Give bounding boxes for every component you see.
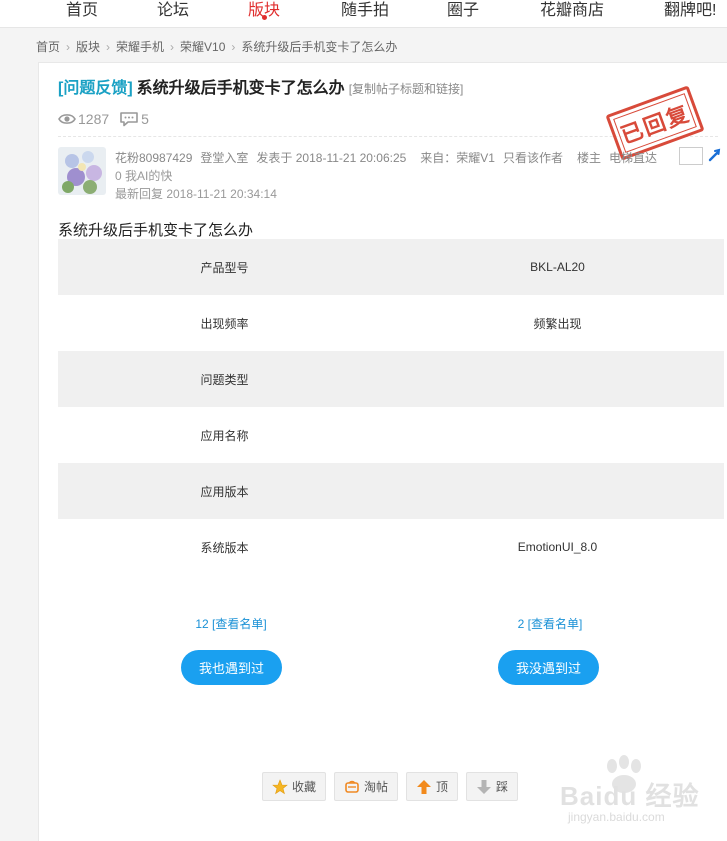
- arrow-down-icon: [477, 779, 492, 794]
- breadcrumb-honor-phones[interactable]: 荣耀手机: [116, 40, 164, 54]
- met-count-link[interactable]: 12 [查看名单]: [171, 615, 291, 632]
- table-value: [391, 407, 724, 463]
- nav-item-flip[interactable]: 翻牌吧!: [664, 0, 716, 20]
- views-stat: 1287: [58, 111, 109, 127]
- nav-item-snapshot[interactable]: 随手拍: [341, 0, 389, 20]
- breadcrumb-home[interactable]: 首页: [36, 40, 60, 54]
- table-value: EmotionUI_8.0: [517, 540, 598, 554]
- last-reply-time: 最新回复 2018-11-21 20:34:14: [115, 187, 277, 201]
- post-body-heading: 系统升级后手机变卡了怎么办: [58, 222, 254, 239]
- arrow-up-icon: [417, 779, 432, 794]
- breadcrumb-honor-v10[interactable]: 荣耀V10: [180, 40, 225, 54]
- breadcrumb-current[interactable]: 系统升级后手机变卡了怎么办: [241, 40, 397, 54]
- table-row: 出现频率 频繁出现: [58, 295, 724, 351]
- post-source: 来自：荣耀V1: [420, 151, 495, 165]
- flower-avatar-icon: [58, 147, 106, 195]
- post-actions: 收藏 淘帖 顶 踩: [262, 772, 526, 801]
- views-count: 1287: [78, 111, 110, 127]
- elevator-label: 电梯直达: [609, 151, 658, 165]
- chevron-right-icon: ›: [231, 40, 236, 54]
- favorite-label: 收藏: [292, 780, 317, 794]
- downvote-label: 踩: [496, 780, 509, 794]
- post-title-row: [问题反馈] 系统升级后手机变卡了怎么办 [复制帖子标题和链接]: [58, 74, 463, 98]
- not-met-button[interactable]: 我没遇到过: [498, 650, 599, 685]
- avatar[interactable]: [58, 147, 106, 195]
- floor-number-input[interactable]: [679, 147, 703, 165]
- chevron-right-icon: ›: [66, 40, 71, 54]
- table-label: 产品型号: [58, 239, 391, 295]
- active-nav-indicator: [262, 15, 267, 20]
- taotie-button[interactable]: 淘帖: [334, 772, 399, 801]
- favorite-button[interactable]: 收藏: [262, 772, 327, 801]
- table-value: [391, 351, 724, 407]
- table-row: 系统版本 EmotionUI_8.0: [58, 519, 724, 575]
- table-label: 应用版本: [58, 463, 391, 519]
- watermark-brand: Baidu 经验: [560, 781, 700, 811]
- author-meta: 花粉80987429 登堂入室 发表于 2018-11-21 20:06:25 来自：…: [115, 149, 665, 166]
- table-row: 问题类型: [58, 351, 724, 407]
- post-stats: 1287 5: [58, 111, 159, 127]
- replies-stat: 5: [119, 111, 149, 127]
- floor-owner-label: 楼主: [577, 151, 602, 165]
- table-label: 应用名称: [200, 428, 249, 443]
- table-row: 产品型号 BKL-AL20: [58, 239, 724, 295]
- table-row: 应用名称: [58, 407, 724, 463]
- upvote-label: 顶: [436, 780, 449, 794]
- table-label: 出现频率: [200, 316, 249, 331]
- table-row: 应用版本: [58, 463, 724, 519]
- table-label: 系统版本: [200, 540, 249, 555]
- comment-icon: [120, 112, 138, 127]
- breadcrumb: 首页 › 版块 › 荣耀手机 › 荣耀V10 › 系统升级后手机变卡了怎么办: [36, 38, 397, 55]
- copy-title-link[interactable]: [复制帖子标题和链接]: [349, 82, 464, 96]
- met-too-button[interactable]: 我也遇到过: [181, 650, 282, 685]
- chevron-right-icon: ›: [106, 40, 111, 54]
- downvote-button[interactable]: 踩: [466, 772, 519, 801]
- basket-icon: [345, 780, 359, 793]
- table-label: 问题类型: [58, 351, 391, 407]
- only-author-link[interactable]: 只看该作者: [503, 151, 563, 165]
- eye-icon: [58, 114, 76, 124]
- table-value: 频繁出现: [533, 316, 582, 331]
- nav-item-home[interactable]: 首页: [66, 0, 98, 20]
- upvote-button[interactable]: 顶: [406, 772, 459, 801]
- taotie-label: 淘帖: [364, 780, 389, 794]
- issue-info-table: 产品型号 BKL-AL20 出现频率 频繁出现 问题类型 应用名称 应用版本 系…: [58, 239, 724, 575]
- post-time: 发表于 2018-11-21 20:06:25: [256, 151, 407, 165]
- author-name[interactable]: 花粉80987429: [115, 151, 192, 165]
- watermark-site: jingyan.baidu.com: [568, 810, 665, 824]
- post-card: [问题反馈] 系统升级后手机变卡了怎么办 [复制帖子标题和链接] 1287 5 已回…: [38, 62, 727, 841]
- breadcrumb-boards[interactable]: 版块: [76, 40, 100, 54]
- nav-item-circle[interactable]: 圈子: [447, 0, 479, 20]
- star-icon: [272, 778, 288, 794]
- replies-count: 5: [141, 111, 149, 127]
- not-met-count-link[interactable]: 2 [查看名单]: [490, 615, 610, 632]
- baidu-watermark: Baidu 经验 jingyan.baidu.com: [560, 755, 720, 832]
- post-tag[interactable]: [问题反馈]: [58, 80, 133, 97]
- author-subline: 0 我AI的快: [115, 169, 173, 183]
- author-rank: 登堂入室: [200, 151, 249, 165]
- table-value: BKL-AL20: [391, 239, 724, 295]
- nav-item-store[interactable]: 花瓣商店: [540, 0, 604, 20]
- top-nav: 首页 论坛 版块 随手拍 圈子 花瓣商店 翻牌吧!: [0, 0, 727, 28]
- go-arrow-icon[interactable]: [707, 147, 723, 163]
- table-value: [391, 463, 724, 519]
- chevron-right-icon: ›: [170, 40, 175, 54]
- nav-item-forum[interactable]: 论坛: [157, 0, 189, 20]
- post-title: 系统升级后手机变卡了怎么办: [136, 80, 345, 97]
